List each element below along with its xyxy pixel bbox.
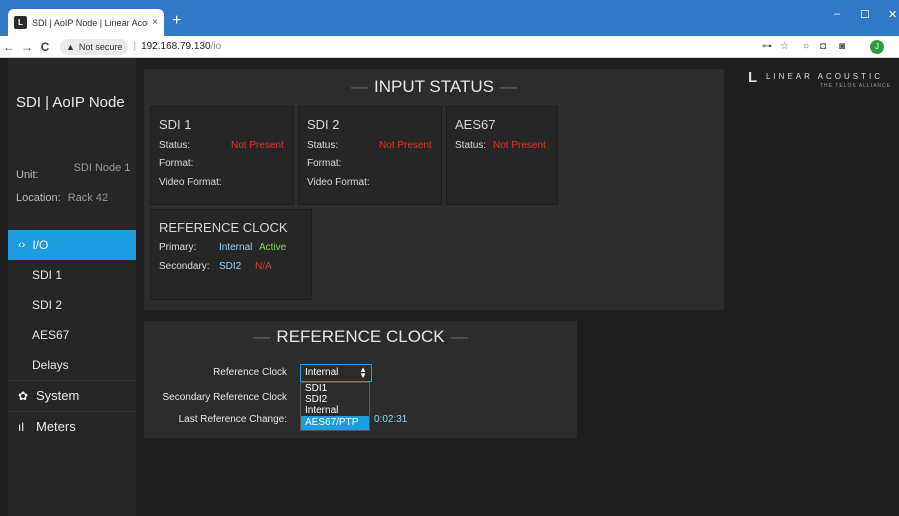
last-reference-change-label: Last Reference Change: <box>178 414 287 425</box>
dropdown-option-aes67-ptp[interactable]: AES67/PTP <box>301 416 369 430</box>
sidebar-item-aes67[interactable]: AES67 <box>8 320 136 350</box>
sidebar-item-system[interactable]: ✿ System <box>8 380 136 410</box>
status-label: Status: <box>159 140 191 151</box>
gear-icon: ✿ <box>18 388 29 403</box>
maximize-icon[interactable]: ☐ <box>860 8 870 21</box>
card-title: AES67 <box>455 117 496 132</box>
status-value: Not Present <box>493 140 546 151</box>
extension-puzzle-icon[interactable]: ◙ <box>839 41 845 52</box>
dropdown-option-sdi2[interactable]: SDI2 <box>301 394 369 405</box>
input-status-title: — INPUT STATUS — <box>351 77 517 96</box>
primary-label: Primary: <box>159 242 197 253</box>
browser-tab-bar: L SDI | AoIP Node | Linear Acoustic × + … <box>0 0 899 36</box>
sidebar-item-label: Meters <box>36 419 76 434</box>
reference-clock-status-card: REFERENCE CLOCK Primary: Internal Active… <box>150 209 312 300</box>
code-arrows-icon: ‹› <box>18 239 26 251</box>
tab-title: SDI | AoIP Node | Linear Acoustic <box>32 17 148 28</box>
unit-value: SDI Node 1 <box>73 162 131 174</box>
status-label: Status: <box>455 140 487 151</box>
url-field[interactable]: 192.168.79.130/io <box>141 41 221 52</box>
sidebar: SDI | AoIP Node Unit: SDI Node 1 Locatio… <box>8 58 136 516</box>
video-format-label: Video Format: <box>159 177 222 188</box>
sidebar-item-label: AES67 <box>32 328 70 342</box>
reference-clock-title-text: REFERENCE CLOCK <box>276 327 445 346</box>
close-window-icon[interactable]: ✕ <box>888 8 897 21</box>
url-separator: | <box>133 41 137 52</box>
minimize-icon[interactable]: – <box>834 8 840 20</box>
logo-wordmark: LINEAR ACOUSTIC <box>766 72 884 81</box>
secondary-label: Secondary: <box>159 261 210 272</box>
selected-value: Internal <box>305 367 339 378</box>
sidebar-item-meters[interactable]: ıl Meters <box>8 411 136 441</box>
secondary-source: SDI2 <box>219 261 242 272</box>
security-label: Not secure <box>78 41 123 52</box>
sidebar-item-delays[interactable]: Delays <box>8 350 136 380</box>
location-row: Location: Rack 42 <box>16 192 108 204</box>
back-icon[interactable]: ← <box>0 40 18 54</box>
status-label: Status: <box>307 140 339 151</box>
location-label: Location: <box>16 192 61 204</box>
reload-icon[interactable]: C <box>36 40 54 54</box>
card-title: SDI 2 <box>307 117 340 132</box>
select-arrows-icon: ▲ ▼ <box>359 365 367 380</box>
browser-tab[interactable]: L SDI | AoIP Node | Linear Acoustic × <box>8 9 164 36</box>
security-indicator[interactable]: ▲ Not secure <box>60 38 129 55</box>
sidebar-item-sdi2[interactable]: SDI 2 <box>8 290 136 320</box>
video-format-label: Video Format: <box>307 177 370 188</box>
input-status-panel: — INPUT STATUS — SDI 1 Status: Not Present… <box>144 69 724 310</box>
sidebar-item-sdi1[interactable]: SDI 1 <box>8 260 136 290</box>
logo-mark-icon: L <box>748 69 758 86</box>
sidebar-item-label: Delays <box>32 358 69 372</box>
format-label: Format: <box>159 158 194 169</box>
aes67-status-card: AES67 Status: Not Present <box>446 106 558 205</box>
linear-acoustic-favicon-icon: L <box>14 16 27 29</box>
bar-meter-icon: ıl <box>18 419 24 434</box>
star-icon[interactable]: ☆ <box>780 41 789 52</box>
reference-clock-select[interactable]: Internal ▲ ▼ <box>300 364 372 382</box>
url-host: 192.168.79.130 <box>141 41 211 52</box>
card-title: SDI 1 <box>159 117 192 132</box>
reference-clock-label: Reference Clock <box>213 367 287 378</box>
sidebar-item-label: System <box>36 388 80 403</box>
sidebar-item-io[interactable]: ‹› I/O <box>8 230 136 260</box>
new-tab-icon[interactable]: + <box>172 13 181 29</box>
status-value: Not Present <box>379 140 432 151</box>
sidebar-item-label: SDI 2 <box>32 298 63 312</box>
sidebar-item-label: I/O <box>32 238 49 252</box>
key-icon[interactable]: ⊶ <box>762 41 772 52</box>
tab-close-icon[interactable]: × <box>152 17 158 28</box>
node-title: SDI | AoIP Node <box>16 94 125 111</box>
url-path: /io <box>210 41 222 52</box>
secondary-reference-clock-label: Secondary Reference Clock <box>162 392 287 403</box>
sdi2-status-card: SDI 2 Status: Not Present Format: Video … <box>298 106 442 205</box>
unit-label: Unit: <box>16 169 39 181</box>
dropdown-option-internal[interactable]: Internal <box>301 405 369 416</box>
extension-circle-icon[interactable]: ○ <box>803 41 809 52</box>
input-status-title-text: INPUT STATUS <box>374 77 494 96</box>
format-label: Format: <box>307 158 342 169</box>
extension-shield-icon[interactable]: ◘ <box>820 41 826 52</box>
reference-clock-dropdown: SDI1 SDI2 Internal AES67/PTP <box>300 382 370 431</box>
logo-subtitle: THE TELOS ALLIANCE <box>820 83 891 89</box>
status-value: Not Present <box>231 140 284 151</box>
sdi1-status-card: SDI 1 Status: Not Present Format: Video … <box>150 106 294 205</box>
warning-icon: ▲ <box>66 41 75 52</box>
location-value: Rack 42 <box>67 192 109 204</box>
dropdown-option-sdi1[interactable]: SDI1 <box>301 383 369 394</box>
secondary-state: N/A <box>255 261 272 272</box>
reference-clock-title: — REFERENCE CLOCK — <box>253 327 468 346</box>
primary-state: Active <box>259 242 287 253</box>
profile-avatar[interactable]: J <box>870 40 884 54</box>
forward-icon[interactable]: → <box>18 40 36 54</box>
last-reference-change-value: 0:02:31 <box>374 414 408 425</box>
card-title: REFERENCE CLOCK <box>159 220 288 235</box>
primary-source: Internal <box>219 242 253 253</box>
sidebar-item-label: SDI 1 <box>32 268 63 282</box>
